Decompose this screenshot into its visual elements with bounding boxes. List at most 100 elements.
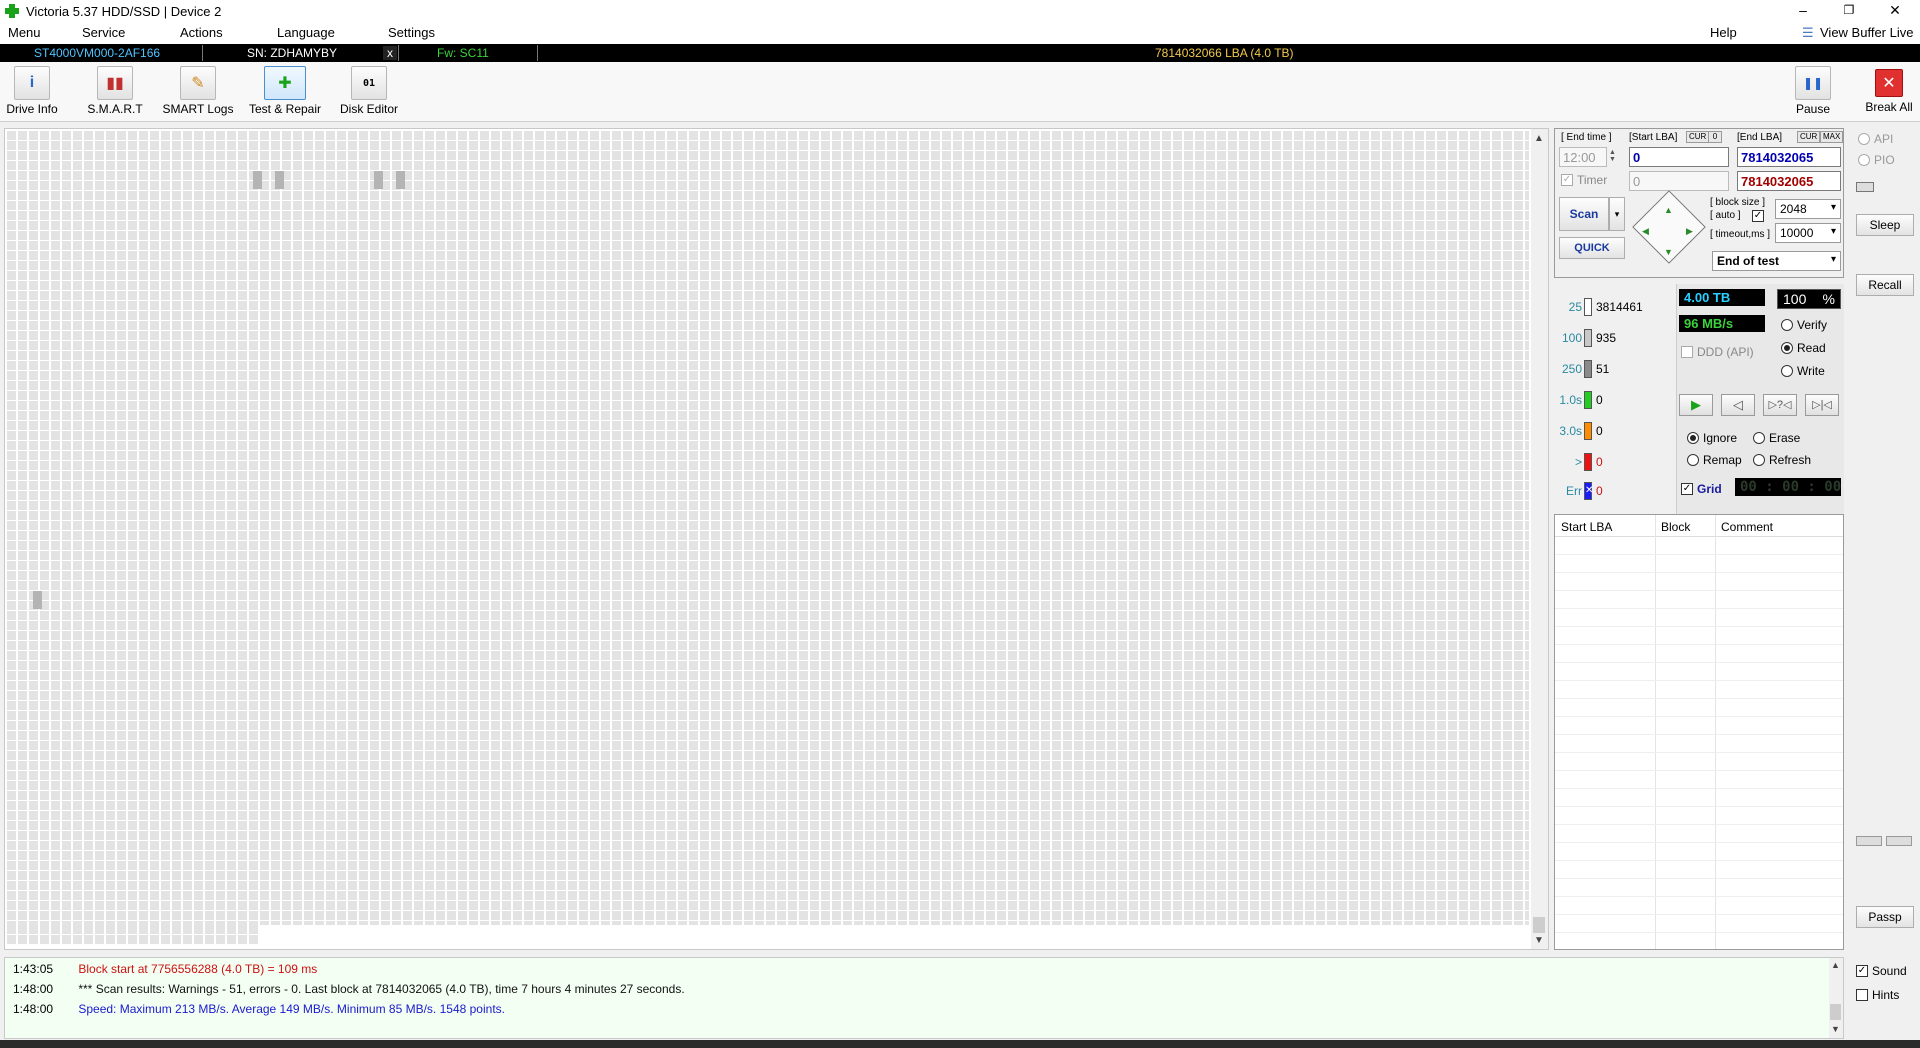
pause-icon: ❚❚ (1795, 66, 1831, 100)
end-lba-max-button[interactable]: MAX (1820, 131, 1844, 143)
scan-options-dropdown[interactable]: ▾ (1609, 197, 1625, 231)
ddd-api-checkbox[interactable] (1681, 346, 1693, 358)
binary-icon: 01 (351, 66, 387, 100)
progress-readout: 100 % (1777, 289, 1841, 309)
scroll-thumb[interactable] (1830, 1004, 1841, 1020)
seek-right-icon[interactable]: ▶ (1686, 226, 1693, 237)
mode-verify-radio[interactable] (1781, 319, 1793, 331)
error-list-table: Start LBA Block Comment (1554, 514, 1844, 950)
rewind-button[interactable]: ◁ (1721, 394, 1755, 416)
disk-editor-button[interactable]: 01 Disk Editor (337, 66, 401, 116)
scroll-down-icon[interactable]: ▼ (1534, 935, 1544, 946)
quick-button[interactable]: QUICK (1559, 237, 1625, 259)
aux-indicator[interactable] (1886, 836, 1912, 846)
end-lba-cur-button[interactable]: CUR (1797, 131, 1821, 143)
smart-logs-button[interactable]: ✎ SMART Logs (160, 66, 236, 116)
menu-item-menu[interactable]: Menu (8, 25, 41, 40)
restore-button[interactable]: ❐ (1826, 0, 1872, 22)
action-remap-radio[interactable] (1687, 454, 1699, 466)
action-ignore-radio[interactable] (1687, 432, 1699, 444)
port-indicator[interactable] (1856, 182, 1874, 192)
error-x-icon: ✕ (1584, 482, 1593, 500)
grid-scrollbar[interactable]: ▲ ▼ (1531, 129, 1548, 949)
recall-button[interactable]: Recall (1856, 274, 1914, 296)
pause-button[interactable]: ❚❚ Pause (1788, 66, 1838, 116)
mode-write-label: Write (1797, 364, 1825, 378)
chevron-down-icon: ▾ (1830, 254, 1836, 265)
minimize-button[interactable]: – (1780, 0, 1826, 22)
api-radio[interactable] (1858, 133, 1870, 145)
slow-block (374, 171, 383, 189)
smart-button[interactable]: ▮▮ S.M.A.R.T (84, 66, 146, 116)
end-button[interactable]: ▷|◁ (1805, 394, 1839, 416)
pio-radio[interactable] (1858, 154, 1870, 166)
counter-value: 0 (1596, 393, 1603, 407)
view-buffer-live-link[interactable]: View Buffer Live (1820, 25, 1913, 40)
scroll-down-icon[interactable]: ▼ (1831, 1024, 1840, 1034)
hints-checkbox[interactable] (1856, 989, 1868, 1001)
play-button[interactable]: ▶ (1679, 394, 1713, 416)
device-model[interactable]: ST4000VM000-2AF166 (34, 46, 160, 60)
end-lba-field[interactable]: 7814032065 (1737, 147, 1841, 167)
menu-item-help[interactable]: Help (1710, 25, 1737, 40)
passp-button[interactable]: Passp (1856, 906, 1914, 928)
sleep-button[interactable]: Sleep (1856, 214, 1914, 236)
end-time-spinner-icon[interactable]: ▲ ▼ (1609, 149, 1616, 163)
column-comment[interactable]: Comment (1721, 520, 1773, 534)
start-lba-field[interactable]: 0 (1629, 147, 1729, 167)
action-refresh-radio[interactable] (1753, 454, 1765, 466)
main-toolbar: i Drive Info ▮▮ S.M.A.R.T ✎ SMART Logs ✚… (0, 62, 1920, 122)
auto-block-checkbox[interactable]: ✓ (1752, 210, 1764, 222)
block-size-label: [ block size ] (1710, 197, 1766, 208)
counter-swatch (1584, 329, 1592, 347)
mode-read-label: Read (1797, 341, 1826, 355)
mode-write-radio[interactable] (1781, 365, 1793, 377)
disk-editor-label: Disk Editor (339, 102, 398, 116)
start-lba-zero-button[interactable]: 0 (1708, 131, 1722, 143)
end-time-field[interactable]: 12:00 (1559, 147, 1607, 167)
break-all-button[interactable]: ✕ Break All (1862, 66, 1916, 114)
aux-indicator[interactable] (1856, 836, 1882, 846)
menu-item-language[interactable]: Language (277, 25, 335, 40)
timeout-select[interactable]: 10000 ▾ (1775, 223, 1841, 243)
test-repair-button[interactable]: ✚ Test & Repair (246, 66, 324, 116)
block-size-select[interactable]: 2048 ▾ (1775, 199, 1841, 219)
start-lba-cur-button[interactable]: CUR (1686, 131, 1710, 143)
seek-left-icon[interactable]: ◀ (1642, 226, 1649, 237)
counter-value: 51 (1596, 362, 1610, 376)
mode-read-radio[interactable] (1781, 342, 1793, 354)
menu-item-settings[interactable]: Settings (388, 25, 435, 40)
timer-field[interactable]: 0 (1629, 171, 1729, 191)
error-table-body (1555, 537, 1843, 949)
end-action-select[interactable]: End of test ▾ (1712, 251, 1841, 271)
log-line: 1:48:00 *** Scan results: Warnings - 51,… (13, 982, 685, 996)
menu-item-actions[interactable]: Actions (180, 25, 223, 40)
seek-down-icon[interactable]: ▼ (1664, 247, 1673, 257)
log-time: 1:43:05 (13, 962, 54, 976)
log-time: 1:48:00 (13, 1002, 54, 1016)
sound-checkbox[interactable]: ✓ (1856, 965, 1868, 977)
timer-checkbox[interactable]: ✓ (1561, 174, 1573, 186)
close-button[interactable]: ✕ (1872, 0, 1918, 22)
device-bar-divider (398, 45, 399, 61)
action-erase-radio[interactable] (1753, 432, 1765, 444)
goto-button[interactable]: ▷?◁ (1763, 394, 1797, 416)
menu-item-service[interactable]: Service (82, 25, 125, 40)
drive-info-button[interactable]: i Drive Info (4, 66, 60, 116)
column-block[interactable]: Block (1661, 520, 1690, 534)
end-lba-label: [End LBA] (1737, 132, 1783, 143)
taskbar-edge (0, 1040, 1920, 1048)
log-scrollbar[interactable]: ▲ ▼ (1829, 958, 1843, 1038)
scroll-up-icon[interactable]: ▲ (1534, 133, 1544, 144)
sound-hints-options: ✓ Sound Hints (1852, 962, 1920, 1012)
scroll-up-icon[interactable]: ▲ (1831, 960, 1840, 970)
device-firmware: Fw: SC11 (437, 46, 489, 60)
grid-checkbox[interactable]: ✓ (1681, 483, 1693, 495)
scan-button[interactable]: Scan (1559, 197, 1609, 231)
eject-device-button[interactable]: x (383, 46, 397, 60)
column-start-lba[interactable]: Start LBA (1561, 520, 1612, 534)
seek-up-icon[interactable]: ▲ (1664, 205, 1673, 215)
slow-block (33, 591, 42, 609)
scroll-thumb[interactable] (1533, 917, 1545, 933)
timeout-value: 10000 (1780, 226, 1814, 240)
